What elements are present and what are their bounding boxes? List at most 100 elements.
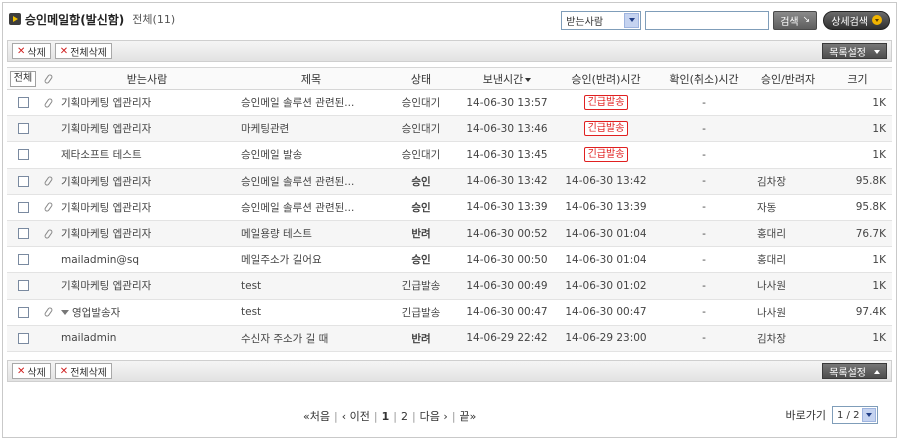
recipient-cell[interactable]: 기획마케팅 엡관리자 — [57, 272, 237, 300]
recipient-cell[interactable]: 기획마케팅 엡관리자 — [57, 194, 237, 221]
confirmed-time-cell: - — [655, 220, 753, 248]
table-row[interactable]: mailadmin@sq 메일주소가 길어요 승인 14-06-30 00:50 14-… — [7, 246, 892, 274]
row-checkbox[interactable] — [17, 97, 29, 109]
sent-time-cell: 14-06-30 13:57 — [457, 89, 557, 117]
sent-time-cell: 14-06-30 13:39 — [457, 194, 557, 221]
advanced-search-label: 상세검색 — [831, 16, 868, 28]
header: 승인메일함(발신함) 전체(11) — [9, 9, 175, 29]
next-page-link[interactable]: 다음 › — [420, 408, 448, 424]
list-settings-button-bottom[interactable]: 목록설정 — [822, 363, 887, 379]
approved-time-cell: 긴급발송 — [557, 141, 655, 169]
prev-page-link[interactable]: ‹ 이전 — [342, 408, 370, 424]
chevron-down-icon[interactable] — [862, 408, 876, 422]
status-cell: 긴급발송 — [385, 272, 457, 300]
approved-time-cell: 14-06-30 13:39 — [557, 194, 655, 221]
delete-all-button[interactable]: ✕ 전체삭제 — [54, 43, 112, 59]
subject-cell[interactable]: test — [237, 272, 385, 300]
table-row[interactable]: 기획마케팅 엡관리자 승인메일 솔루션 관련된... 승인대기 14-06-30 13… — [7, 89, 892, 117]
subject-cell[interactable]: 마케팅관련 — [237, 115, 385, 143]
subject-cell[interactable]: 메일주소가 길어요 — [237, 246, 385, 274]
col-sent[interactable]: 보낸시간 — [457, 67, 557, 90]
row-checkbox[interactable] — [17, 332, 29, 344]
goto-page: 바로가기 1 / 2 — [786, 406, 878, 424]
size-cell: 95.8K — [823, 168, 892, 195]
prev-label: 이전 — [349, 410, 370, 423]
subject-cell[interactable]: 메일용량 테스트 — [237, 220, 385, 248]
divider: | — [373, 409, 378, 423]
row-checkbox[interactable] — [17, 175, 29, 187]
delete-all-button-bottom[interactable]: ✕ 전체삭제 — [54, 363, 112, 379]
col-confirmed[interactable]: 확인(취소)시간 — [655, 67, 753, 90]
col-recipient[interactable]: 받는사람 — [57, 67, 237, 90]
table-row[interactable]: 제타소프트 테스트 승인메일 발송 승인대기 14-06-30 13:45 긴급발송 - 1… — [7, 141, 892, 169]
approver-cell: 홍대리 — [753, 220, 823, 248]
approver-cell: 김차장 — [753, 168, 823, 195]
page-1-link[interactable]: 1 — [382, 410, 390, 423]
approved-time-text: 14-06-30 13:39 — [565, 201, 647, 214]
table-row[interactable]: 기획마케팅 엡관리자 test 긴급발송 14-06-30 00:49 14-06-30… — [7, 272, 892, 300]
total-count[interactable]: 전체(11) — [132, 11, 175, 27]
confirmed-time-cell: - — [655, 272, 753, 300]
recipient-cell[interactable]: 기획마케팅 엡관리자 — [57, 168, 237, 195]
recipient-text: mailadmin — [61, 332, 117, 345]
size-cell: 1K — [823, 325, 892, 352]
select-all-button[interactable]: 전체 — [9, 70, 37, 87]
table-row[interactable]: 기획마케팅 엡관리자 마케팅관련 승인대기 14-06-30 13:46 긴급발송 - 1K — [7, 115, 892, 143]
last-page-link[interactable]: 끝» — [460, 408, 477, 424]
subject-cell[interactable]: 승인메일 솔루션 관련된... — [237, 194, 385, 221]
status-cell: 승인 — [385, 246, 457, 274]
delete-button[interactable]: ✕ 삭제 — [12, 43, 51, 59]
recipient-cell[interactable]: 기획마케팅 엡관리자 — [57, 115, 237, 143]
row-checkbox[interactable] — [17, 254, 29, 266]
approved-time-text: 14-06-30 01:04 — [565, 227, 647, 240]
recipient-cell[interactable]: mailadmin — [57, 325, 237, 352]
table-row[interactable]: mailadmin 수신자 주소가 길 때 반려 14-06-29 22:42 14-0… — [7, 325, 892, 352]
subject-cell[interactable]: 승인메일 발송 — [237, 141, 385, 169]
table-row[interactable]: 기획마케팅 엡관리자 승인메일 솔루션 관련된... 승인 14-06-30 13:3… — [7, 194, 892, 221]
approved-time-cell: 긴급발송 — [557, 89, 655, 117]
recipient-cell[interactable]: mailadmin@sq — [57, 246, 237, 274]
search-field-select[interactable]: 받는사람 — [561, 10, 642, 30]
recipient-cell[interactable]: 영업발송자 — [57, 299, 237, 326]
row-checkbox[interactable] — [17, 123, 29, 135]
row-checkbox[interactable] — [17, 149, 29, 161]
expand-icon[interactable] — [61, 310, 69, 316]
subject-cell[interactable]: 승인메일 솔루션 관련된... — [237, 89, 385, 117]
recipient-cell[interactable]: 기획마케팅 엡관리자 — [57, 89, 237, 117]
search-input[interactable] — [645, 10, 770, 30]
delete-button-bottom[interactable]: ✕ 삭제 — [12, 363, 51, 379]
last-label: 끝 — [459, 410, 470, 423]
col-status[interactable]: 상태 — [385, 67, 457, 90]
chevron-down-icon[interactable] — [624, 12, 640, 28]
subject-cell[interactable]: test — [237, 299, 385, 326]
confirmed-time-cell: - — [655, 168, 753, 195]
row-checkbox[interactable] — [17, 201, 29, 213]
first-page-link[interactable]: «처음 — [303, 408, 330, 424]
subject-cell[interactable]: 승인메일 솔루션 관련된... — [237, 168, 385, 195]
col-subject[interactable]: 제목 — [237, 67, 385, 90]
col-approved[interactable]: 승인(반려)시간 — [557, 67, 655, 90]
goto-page-select[interactable]: 1 / 2 — [832, 406, 878, 424]
approver-cell: 김차장 — [753, 325, 823, 352]
table-row[interactable]: 기획마케팅 엡관리자 승인메일 솔루션 관련된... 승인 14-06-30 13:4… — [7, 168, 892, 195]
row-checkbox[interactable] — [17, 306, 29, 318]
divider: | — [411, 409, 416, 423]
recipient-cell[interactable]: 기획마케팅 엡관리자 — [57, 220, 237, 248]
recipient-cell[interactable]: 제타소프트 테스트 — [57, 141, 237, 169]
list-settings-button[interactable]: 목록설정 — [822, 43, 887, 59]
col-size[interactable]: 크기 — [823, 67, 892, 90]
col-sent-label: 보낸시간 — [482, 72, 524, 86]
col-approver[interactable]: 승인/반려자 — [753, 67, 823, 90]
table-row[interactable]: 영업발송자 test 긴급발송 14-06-30 00:47 14-06-30 00:4… — [7, 299, 892, 326]
size-cell: 1K — [823, 272, 892, 300]
row-checkbox[interactable] — [17, 280, 29, 292]
close-icon: ✕ — [17, 365, 26, 377]
search-button[interactable]: 검색 ↘ — [773, 10, 818, 30]
table-row[interactable]: 기획마케팅 엡관리자 메일용량 테스트 반려 14-06-30 00:52 14-06-… — [7, 220, 892, 248]
chevron-up-icon — [874, 366, 880, 377]
advanced-search-button[interactable]: 상세검색 — [823, 10, 890, 30]
page-2-link[interactable]: 2 — [401, 410, 408, 423]
row-checkbox[interactable] — [17, 228, 29, 240]
recipient-text: 기획마케팅 엡관리자 — [61, 175, 152, 188]
subject-cell[interactable]: 수신자 주소가 길 때 — [237, 325, 385, 352]
